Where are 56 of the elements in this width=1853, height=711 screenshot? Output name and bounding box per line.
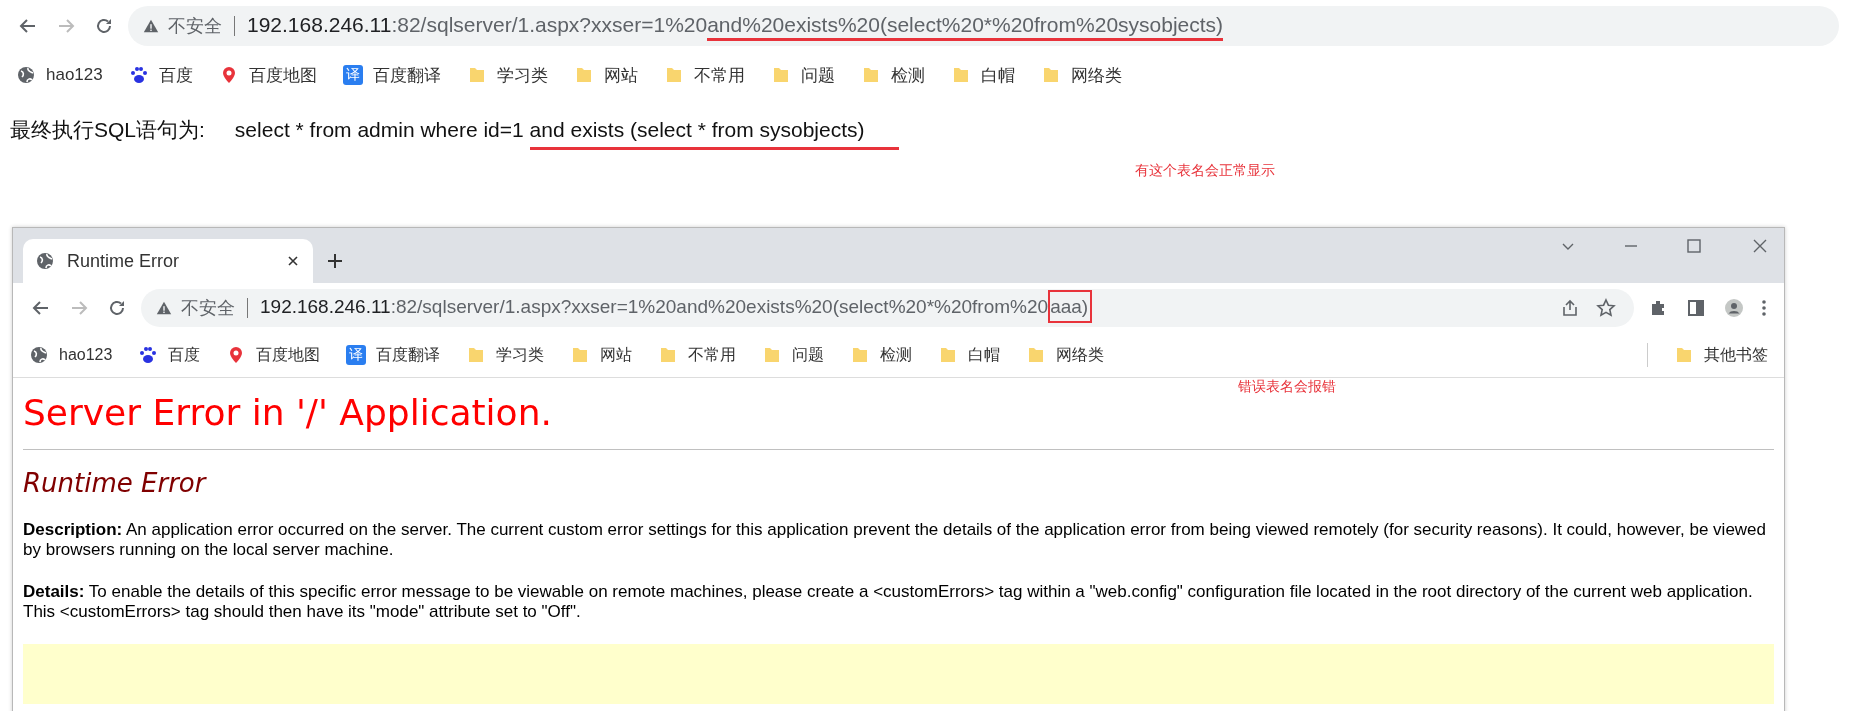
url-text: 192.168.246.11:82/sqlserver/1.aspx?xxser=1%20and%20exists%20(select%20*%20from%20sysobjects) — [247, 8, 1228, 44]
error-paragraph: Description: An application error occurred on the server. The current custom error settings for this application prevent the details of the application error from being viewed remotely (for security reasons). It could, however, be viewed by browsers running on the local server machine. — [23, 520, 1768, 560]
folder-icon — [1674, 345, 1694, 365]
error-paragraph: Details: To enable the details of this specific error message to be viewable on remote machines, please create a <customErrors> tag within a "web.config" configuration file located in the root directory of the current web application. This <customErrors> tag should then have its "mode" attribute set to "Off". — [23, 582, 1754, 622]
bookmark-item[interactable]: hao123 — [16, 65, 103, 85]
new-tab-icon — [325, 251, 345, 271]
url-text: 192.168.246.11:82/sqlserver/1.aspx?xxser=1%20and%20exists%20(select%20*%20from%20aaa) — [260, 290, 1097, 326]
bookmark-star-icon — [1596, 298, 1616, 318]
bookmark-item[interactable]: 学习类 — [466, 63, 548, 87]
menu-icon — [1762, 300, 1766, 316]
reload-icon — [94, 16, 114, 36]
error-title: Server Error in '/' Application. — [23, 392, 553, 433]
globe-icon — [35, 251, 55, 271]
translate-icon: 译 — [342, 65, 363, 85]
error-subtitle: Runtime Error — [23, 468, 208, 498]
annotation-note: 错误表名会报错 — [1238, 378, 1336, 396]
bookmark-item[interactable]: 译 百度翻译 — [342, 63, 441, 87]
address-bar[interactable]: 不安全 192.168.246.11:82/sqlserver/1.aspx?xxser=1%20and%20exists%20(select%20*%20from%20aaa) — [141, 289, 1634, 327]
bookmark-item[interactable]: 网站 — [573, 63, 638, 87]
bookmark-item[interactable]: 问题 — [770, 63, 835, 87]
bookmark-item[interactable]: 检测 — [860, 63, 925, 87]
translate-icon: 译 — [346, 345, 367, 365]
bookmark-item[interactable]: 检测 — [850, 344, 913, 366]
annotation-note: 有这个表名会正常显示 — [1135, 162, 1275, 180]
bookmark-item[interactable]: 其他书签 — [1674, 344, 1768, 366]
security-label: 不安全 — [181, 297, 235, 320]
side-panel-icon — [1686, 298, 1706, 318]
bookmark-item[interactable]: 网站 — [570, 344, 633, 366]
bookmark-item[interactable]: 不常用 — [663, 63, 745, 87]
bookmark-item[interactable]: 白帽 — [938, 344, 1001, 366]
bookmark-item[interactable]: 问题 — [762, 344, 825, 366]
bookmark-item[interactable]: 网络类 — [1040, 63, 1122, 87]
bookmark-item[interactable]: 译 百度翻译 — [346, 344, 441, 366]
maximize-icon — [1684, 236, 1704, 256]
sql-label: 最终执行SQL语句为: — [10, 117, 205, 143]
minimize-icon — [1624, 245, 1638, 247]
globe-icon — [29, 345, 49, 365]
bookmark-item[interactable]: 网络类 — [1026, 344, 1105, 366]
bookmark-item[interactable]: hao123 — [29, 345, 113, 365]
bookmark-item[interactable]: 不常用 — [658, 344, 737, 366]
paw-icon — [128, 65, 149, 85]
bookmark-item[interactable]: 百度 — [128, 63, 193, 87]
address-bar[interactable]: 不安全 192.168.246.11:82/sqlserver/1.aspx?xxser=1%20and%20exists%20(select%20*%20from%20sysobjects) — [128, 6, 1839, 46]
bookmark-item[interactable]: 百度地图 — [218, 63, 317, 87]
paw-icon — [138, 345, 159, 365]
bookmark-item[interactable]: 百度 — [138, 344, 201, 366]
share-icon — [1560, 298, 1580, 318]
sql-statement: select * from admin where id=1 and exists (select * from sysobjects) — [234, 117, 899, 153]
bookmark-item[interactable]: 学习类 — [466, 344, 545, 366]
browser-tab[interactable]: Runtime Error — [23, 239, 313, 283]
bookmark-item[interactable]: 白帽 — [950, 63, 1015, 87]
profile-icon — [1724, 298, 1744, 318]
reload-icon — [107, 298, 127, 318]
globe-icon — [16, 65, 36, 85]
security-label: 不安全 — [168, 15, 222, 38]
bookmark-item[interactable]: 百度地图 — [226, 344, 321, 366]
